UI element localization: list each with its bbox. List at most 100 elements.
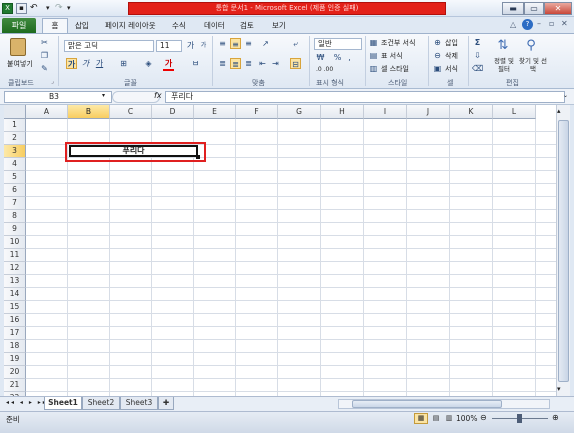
- row-header-6[interactable]: 6: [4, 184, 26, 197]
- zoom-slider-thumb[interactable]: [517, 414, 522, 423]
- name-box[interactable]: B3: [4, 91, 112, 103]
- formula-expand-icon[interactable]: ⌄: [563, 92, 568, 99]
- fill-handle[interactable]: [196, 155, 200, 159]
- row-header-4[interactable]: 4: [4, 158, 26, 171]
- font-name-combo[interactable]: 맑은 고딕: [64, 40, 154, 52]
- row-header-11[interactable]: 11: [4, 249, 26, 262]
- conditional-format-icon[interactable]: ▦: [368, 37, 379, 48]
- insert-sheet-icon[interactable]: ✚: [158, 397, 174, 410]
- page-break-view-icon[interactable]: ▥: [443, 413, 455, 424]
- column-header-g[interactable]: G: [278, 105, 321, 119]
- row-header-15[interactable]: 15: [4, 301, 26, 314]
- wrap-text-icon[interactable]: ⤶: [290, 38, 301, 49]
- find-select-button[interactable]: 찾기 및 선택: [518, 57, 548, 73]
- zoom-level[interactable]: 100%: [456, 414, 477, 423]
- decrease-indent-icon[interactable]: ⇤: [257, 58, 268, 69]
- format-cells-button[interactable]: 서식: [444, 63, 459, 75]
- insert-cells-icon[interactable]: ⊕: [432, 37, 443, 48]
- row-header-8[interactable]: 8: [4, 210, 26, 223]
- font-color-icon[interactable]: 가: [163, 58, 174, 69]
- align-left-icon[interactable]: ≣: [217, 58, 228, 69]
- delete-cells-icon[interactable]: ⊖: [432, 50, 443, 61]
- undo-dropdown-icon[interactable]: ▾: [46, 4, 50, 12]
- align-top-icon[interactable]: ≡: [217, 38, 228, 49]
- orientation-icon[interactable]: ↗: [260, 38, 271, 49]
- decimal-buttons[interactable]: .0 .00: [316, 66, 333, 73]
- tab-view[interactable]: 보기: [272, 20, 286, 31]
- scroll-up-icon[interactable]: ▴: [557, 107, 561, 115]
- row-header-2[interactable]: 2: [4, 132, 26, 145]
- sort-filter-icon[interactable]: ⇅: [494, 38, 512, 54]
- cell-B3[interactable]: 푸리다: [69, 145, 198, 157]
- bold-button[interactable]: 가: [66, 58, 77, 69]
- minimize-button[interactable]: ▬: [502, 2, 524, 15]
- row-header-7[interactable]: 7: [4, 197, 26, 210]
- tab-review[interactable]: 검토: [240, 20, 254, 31]
- horizontal-scroll-thumb[interactable]: [352, 400, 502, 408]
- column-header-f[interactable]: F: [236, 105, 278, 119]
- row-header-9[interactable]: 9: [4, 223, 26, 236]
- underline-button[interactable]: 가: [94, 58, 105, 69]
- tab-data[interactable]: 데이터: [204, 20, 225, 31]
- percent-button[interactable]: %: [332, 52, 343, 63]
- copy-icon[interactable]: ❐: [39, 50, 50, 61]
- select-all-button[interactable]: [4, 105, 26, 119]
- autosum-icon[interactable]: Σ: [472, 37, 483, 48]
- format-table-icon[interactable]: ▤: [368, 50, 379, 61]
- close-button[interactable]: ✕: [544, 2, 572, 15]
- conditional-format-button[interactable]: 조건부 서식: [380, 37, 416, 49]
- clipboard-launcher-icon[interactable]: ⌟: [51, 78, 54, 85]
- grow-font-icon[interactable]: 가: [185, 40, 196, 51]
- ribbon-collapse-icon[interactable]: △: [510, 20, 516, 29]
- comma-button[interactable]: ,: [344, 52, 355, 63]
- fill-icon[interactable]: ⇩: [472, 50, 483, 61]
- cut-icon[interactable]: ✂: [39, 37, 50, 48]
- vertical-scroll-thumb[interactable]: [558, 120, 569, 382]
- row-header-17[interactable]: 17: [4, 327, 26, 340]
- redo-icon[interactable]: ↷: [55, 3, 63, 13]
- formula-input[interactable]: 푸리다: [165, 91, 565, 103]
- sort-filter-button[interactable]: 정렬 및 필터: [490, 57, 518, 73]
- sheet-tab-3[interactable]: Sheet3: [120, 397, 158, 410]
- find-select-icon[interactable]: ⚲: [522, 38, 540, 54]
- column-header-j[interactable]: J: [407, 105, 450, 119]
- align-bottom-icon[interactable]: ≡: [243, 38, 254, 49]
- undo-icon[interactable]: ↶: [30, 3, 38, 13]
- format-cells-icon[interactable]: ▣: [432, 63, 443, 74]
- page-layout-view-icon[interactable]: ▤: [430, 413, 442, 424]
- name-box-dropdown-icon[interactable]: ▾: [102, 92, 105, 99]
- align-middle-icon[interactable]: ≡: [230, 38, 241, 49]
- row-header-3[interactable]: 3: [4, 145, 26, 158]
- column-header-b[interactable]: B: [68, 105, 110, 119]
- align-right-icon[interactable]: ≣: [243, 58, 254, 69]
- shrink-font-icon[interactable]: 가: [198, 40, 209, 51]
- paste-icon[interactable]: [10, 38, 26, 56]
- zoom-out-icon[interactable]: ⊖: [480, 413, 487, 422]
- zoom-in-icon[interactable]: ⊕: [552, 413, 559, 422]
- tab-insert[interactable]: 삽입: [75, 20, 89, 31]
- row-header-5[interactable]: 5: [4, 171, 26, 184]
- column-header-e[interactable]: E: [194, 105, 236, 119]
- column-header-i[interactable]: I: [364, 105, 407, 119]
- row-header-20[interactable]: 20: [4, 366, 26, 379]
- tab-page-layout[interactable]: 페이지 레이아웃: [105, 20, 156, 31]
- column-header-c[interactable]: C: [110, 105, 152, 119]
- format-table-button[interactable]: 표 서식: [380, 50, 404, 62]
- column-header-d[interactable]: D: [152, 105, 194, 119]
- italic-button[interactable]: 가: [80, 58, 91, 69]
- row-header-18[interactable]: 18: [4, 340, 26, 353]
- format-painter-icon[interactable]: ✎: [39, 63, 50, 74]
- row-header-19[interactable]: 19: [4, 353, 26, 366]
- row-header-13[interactable]: 13: [4, 275, 26, 288]
- sheet-tab-1[interactable]: Sheet1: [44, 397, 82, 410]
- column-header-a[interactable]: A: [26, 105, 68, 119]
- clear-icon[interactable]: ⌫: [472, 63, 483, 74]
- cell-styles-icon[interactable]: ▥: [368, 63, 379, 74]
- sheet-nav-buttons[interactable]: ◂◂ ◂ ▸ ▸▸: [6, 399, 48, 406]
- column-header-h[interactable]: H: [321, 105, 364, 119]
- save-icon[interactable]: ▪: [16, 3, 27, 14]
- normal-view-icon[interactable]: ▦: [414, 413, 428, 424]
- increase-indent-icon[interactable]: ⇥: [270, 58, 281, 69]
- border-icon[interactable]: ⊞: [118, 58, 129, 69]
- workbook-restore-icon[interactable]: ▫: [549, 19, 554, 28]
